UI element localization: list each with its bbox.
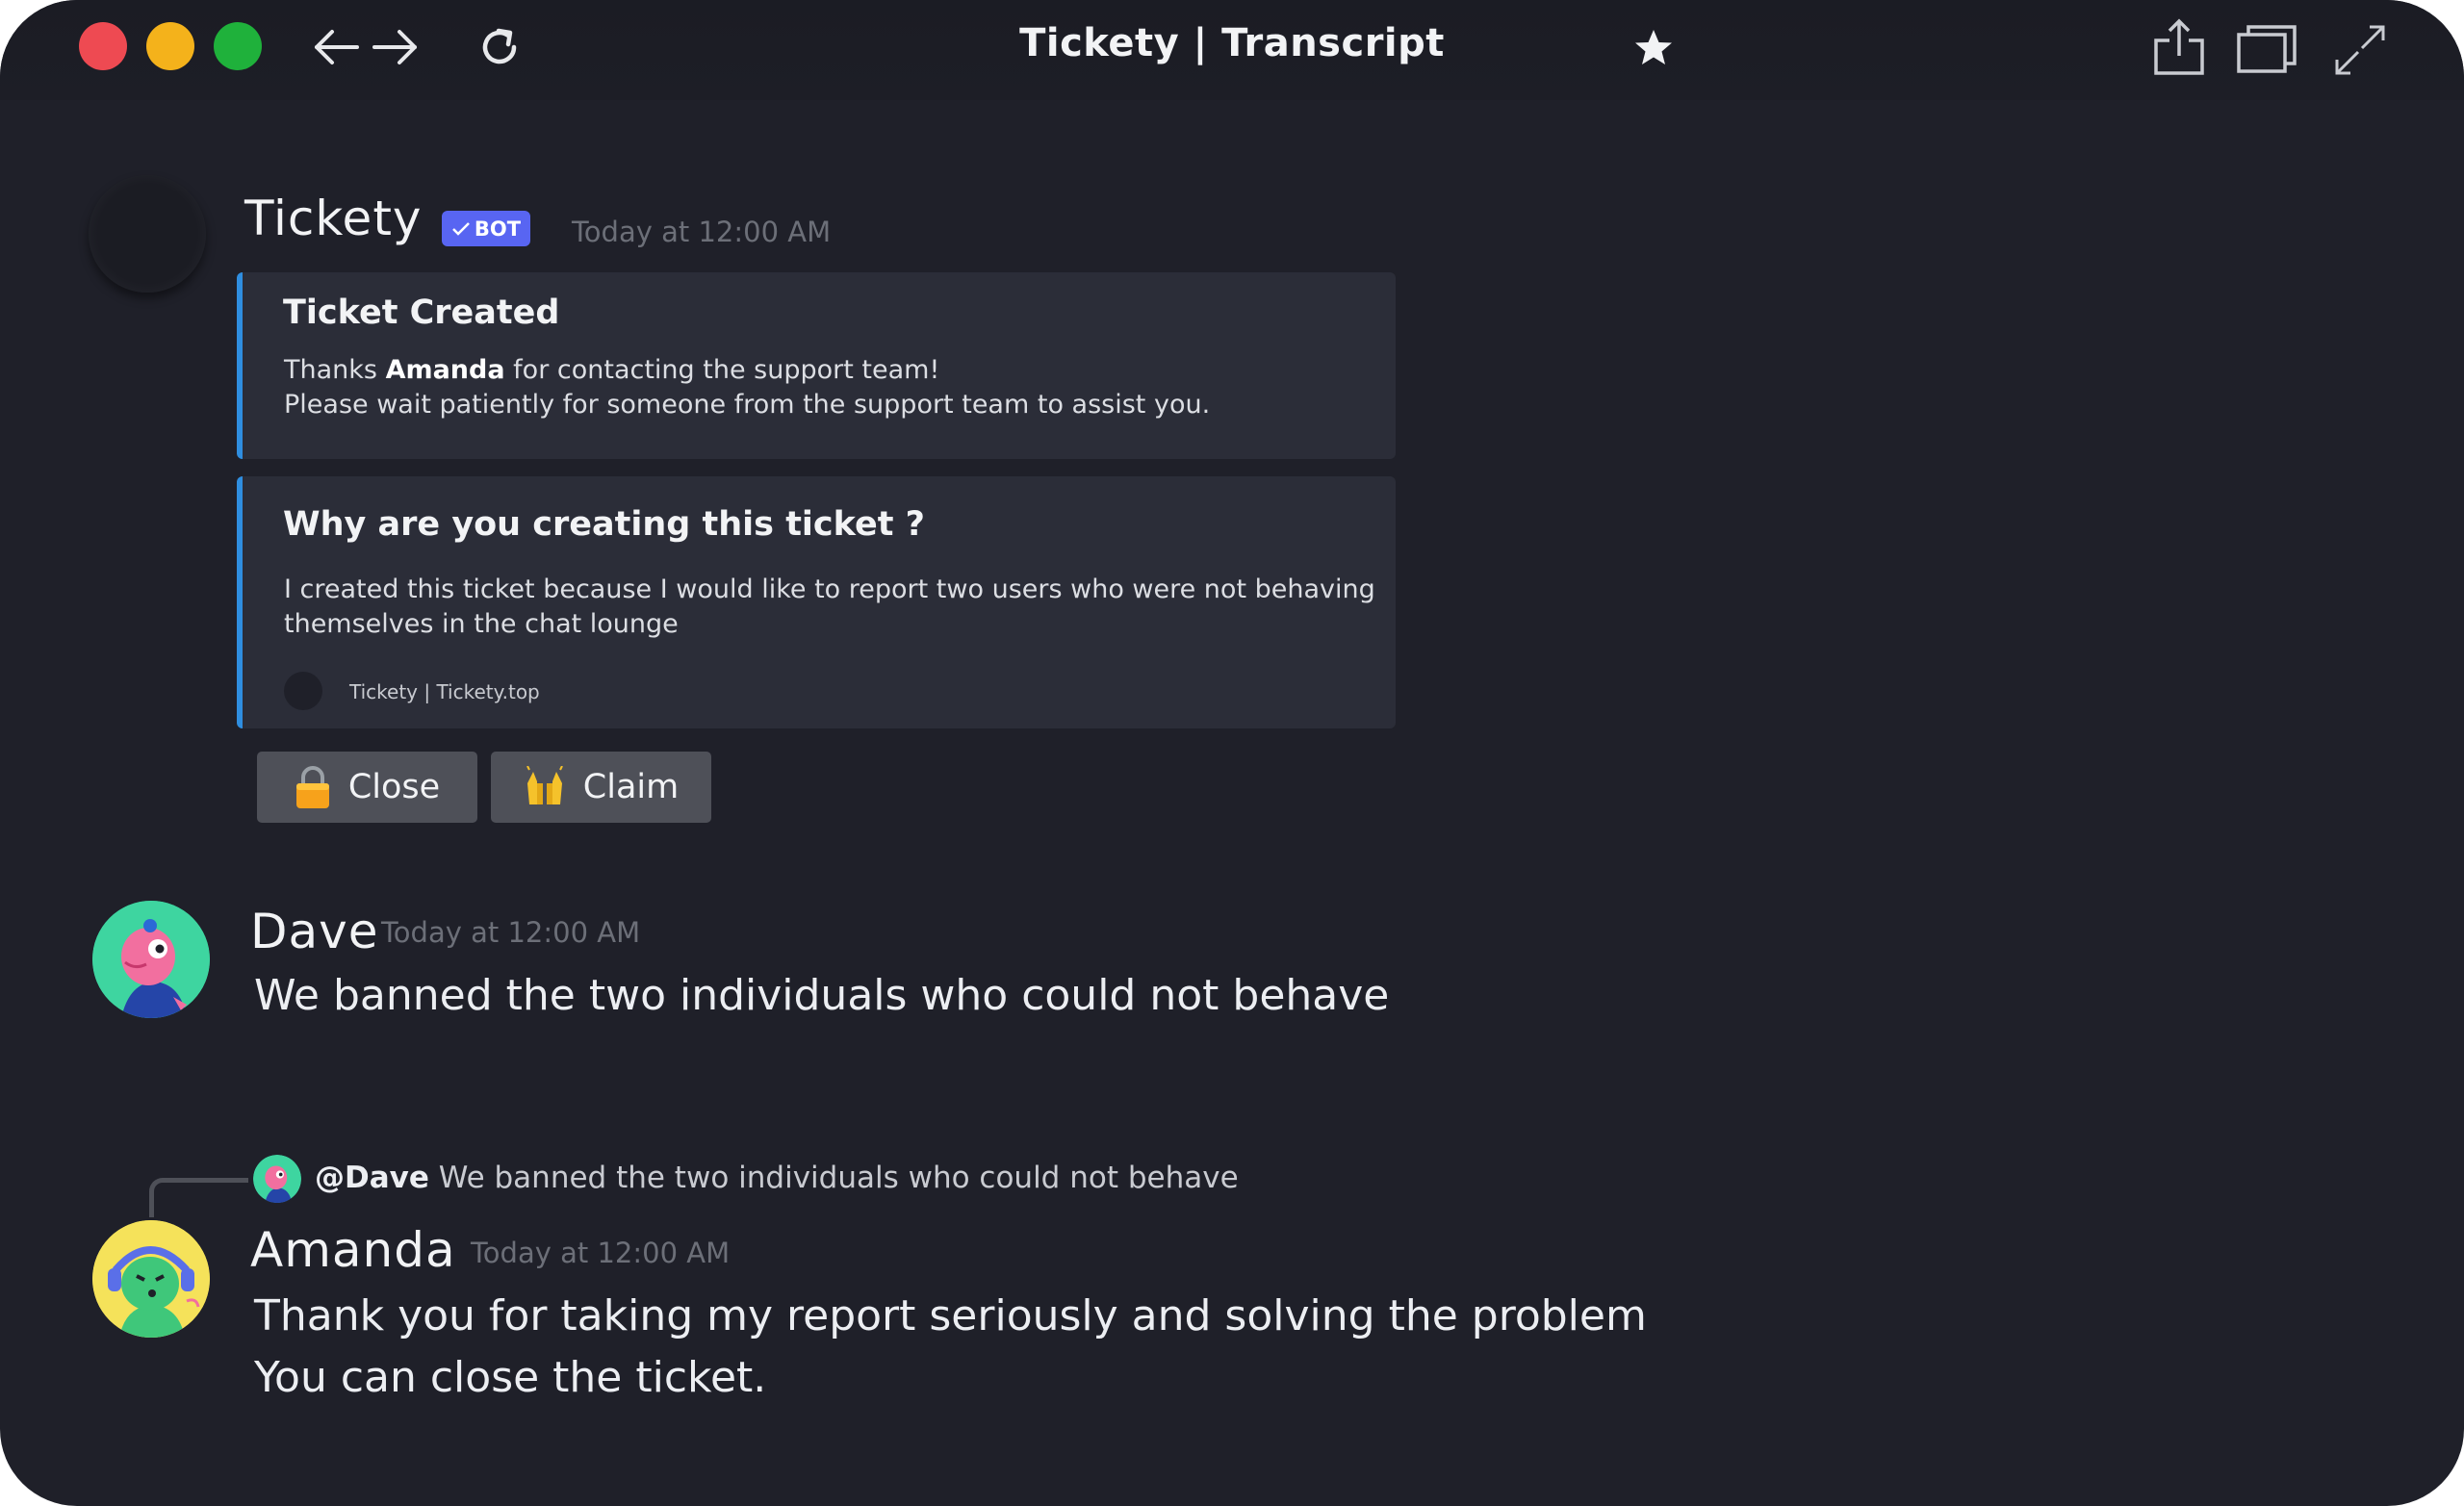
reply-text: We banned the two individuals who could … (428, 1161, 1239, 1195)
dave-message-text: We banned the two individuals who could … (254, 971, 1390, 1020)
amanda-author-name[interactable]: Amanda (250, 1222, 456, 1278)
amanda-message-line-2: You can close the ticket. (254, 1353, 767, 1402)
amanda-message-text: Thank you for taking my report seriously… (254, 1286, 1647, 1409)
share-icon[interactable] (2150, 17, 2208, 83)
embed-title: Ticket Created (283, 294, 560, 332)
embed-line-1-pre: Thanks (284, 355, 386, 385)
check-icon (452, 221, 470, 236)
amanda-timestamp: Today at 12:00 AM (471, 1237, 731, 1269)
embed-line-1-post: for contacting the support team! (504, 355, 940, 385)
ticket-reason-embed: Why are you creating this ticket ? I cre… (237, 476, 1396, 728)
embed-line-1-bold: Amanda (385, 355, 505, 385)
embed-title: Why are you creating this ticket ? (283, 505, 925, 544)
tabs-icon[interactable] (2235, 23, 2298, 79)
reply-avatar[interactable] (253, 1155, 301, 1203)
tickety-avatar[interactable] (89, 175, 206, 293)
embed-line-2: Please wait patiently for someone from t… (284, 390, 1211, 420)
amanda-avatar[interactable] (92, 1220, 210, 1338)
title-bar: Tickety | Transcript (0, 0, 2464, 100)
claim-button-label: Claim (582, 768, 680, 806)
close-ticket-button[interactable]: Close (257, 752, 477, 823)
star-icon[interactable] (1632, 27, 1675, 73)
window-title: Tickety | Transcript (1019, 21, 1445, 65)
fullscreen-icon[interactable] (2333, 23, 2387, 81)
bot-timestamp: Today at 12:00 AM (572, 216, 832, 248)
bot-badge: BOT (442, 211, 530, 246)
reply-preview[interactable]: @Dave We banned the two individuals who … (315, 1161, 1239, 1195)
reply-connector (149, 1178, 248, 1217)
ticket-created-embed: Ticket Created Thanks Amanda for contact… (237, 272, 1396, 459)
embed-description: I created this ticket because I would li… (284, 573, 1375, 642)
embed-line-2: themselves in the chat lounge (284, 609, 679, 639)
bot-badge-label: BOT (474, 217, 522, 241)
embed-description: Thanks Amanda for contacting the support… (284, 353, 1210, 422)
dave-timestamp: Today at 12:00 AM (381, 916, 641, 949)
dave-author-name[interactable]: Dave (250, 904, 379, 959)
lock-icon (295, 766, 329, 808)
embed-footer: Tickety | Tickety.top (349, 680, 540, 703)
reply-mention[interactable]: @Dave (315, 1161, 429, 1195)
dave-avatar[interactable] (92, 901, 210, 1018)
amanda-message-line-1: Thank you for taking my report seriously… (254, 1291, 1647, 1340)
footer-icon (284, 672, 322, 710)
app-window: Tickety | Transcript Tickety BOT Today a… (0, 0, 2464, 1506)
close-button-label: Close (347, 768, 441, 806)
embed-line-1: Thanks Amanda for contacting the support… (284, 353, 1210, 388)
bot-author-name[interactable]: Tickety (244, 191, 423, 246)
embed-line-1: I created this ticket because I would li… (284, 574, 1375, 604)
raised-hands-icon (526, 766, 563, 804)
claim-ticket-button[interactable]: Claim (491, 752, 711, 823)
